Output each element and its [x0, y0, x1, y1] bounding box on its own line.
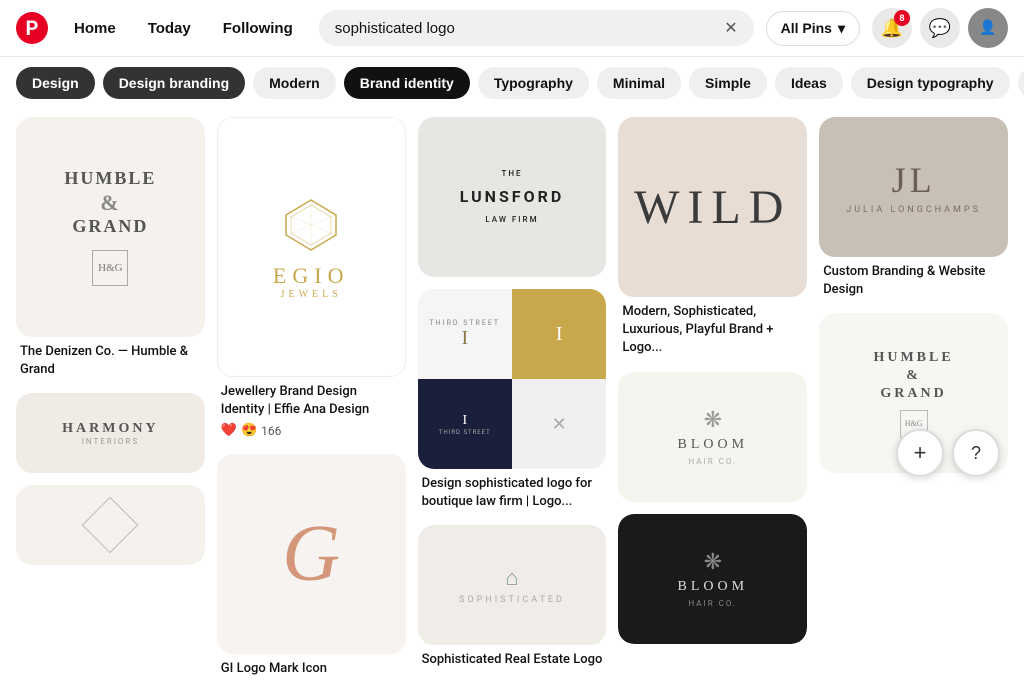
pin-image-julia: JL JULIA LONGCHAMPS	[819, 117, 1008, 257]
pin-caption-wild: Modern, Sophisticated, Luxurious, Playfu…	[618, 297, 807, 360]
chip-inspiration[interactable]: Inspiration	[1018, 67, 1024, 99]
pin-image-egio: EGIO JEWELS	[217, 117, 406, 377]
help-fab-button[interactable]: ?	[952, 429, 1000, 477]
pins-grid: HUMBLE&GRAND H&G The Denizen Co. — Humbl…	[0, 109, 1024, 689]
logo-letter: P	[26, 16, 39, 40]
all-pins-button[interactable]: All Pins ▾	[766, 11, 860, 46]
search-input[interactable]	[335, 20, 716, 37]
pin-caption-egio: Jewellery Brand Design Identity | Effie …	[217, 377, 406, 421]
chat-icon: 💬	[929, 18, 951, 39]
nav-following[interactable]: Following	[209, 12, 307, 45]
pin-image-law-firm: THE LUNSFORD LAW FIRM	[418, 117, 607, 277]
avatar[interactable]: 👤	[968, 8, 1008, 48]
pin-image-boutique-law: THIRD STREET I I I THIRD STREET ✕	[418, 289, 607, 469]
chip-design-branding[interactable]: Design branding	[103, 67, 245, 99]
pin-julia[interactable]: JL JULIA LONGCHAMPS Custom Branding & We…	[819, 117, 1008, 301]
pin-image-harmony: HARMONY INTERIORS	[16, 393, 205, 473]
search-bar: ✕	[319, 10, 754, 46]
header: P Home Today Following ✕ All Pins ▾ 🔔 8 …	[0, 0, 1024, 57]
plus-icon: +	[914, 440, 927, 466]
chat-button[interactable]: 💬	[920, 8, 960, 48]
pin-image-bloom-dark: ❋ BLOOM HAIR CO.	[618, 514, 807, 644]
pin-caption-gi: GI Logo Mark Icon	[217, 654, 406, 680]
pin-sub-egio: ❤️ 😍 166	[217, 421, 406, 442]
pin-bloom-light[interactable]: ❋ BLOOM HAIR CO.	[618, 372, 807, 502]
pin-wild[interactable]: WILD Modern, Sophisticated, Luxurious, P…	[618, 117, 807, 360]
pin-caption-sophisticated-re: Sophisticated Real Estate Logo	[418, 645, 607, 671]
chip-ideas[interactable]: Ideas	[775, 67, 843, 99]
pin-caption-julia: Custom Branding & Website Design	[819, 257, 1008, 301]
filter-bar: Design Design branding Modern Brand iden…	[0, 57, 1024, 109]
pin-caption: The Denizen Co. — Humble & Grand	[16, 337, 205, 381]
pin-image-wild: WILD	[618, 117, 807, 297]
question-icon: ?	[971, 443, 981, 464]
all-pins-label: All Pins	[781, 20, 832, 36]
nav-home[interactable]: Home	[60, 12, 130, 45]
chip-design-typography[interactable]: Design typography	[851, 67, 1010, 99]
pin-image-diamond	[16, 485, 205, 565]
pin-bloom-dark[interactable]: ❋ BLOOM HAIR CO.	[618, 514, 807, 644]
notification-button[interactable]: 🔔 8	[872, 8, 912, 48]
search-clear-button[interactable]: ✕	[724, 18, 737, 38]
pin-boutique-law[interactable]: THIRD STREET I I I THIRD STREET ✕ Design…	[418, 289, 607, 513]
pin-humble-grand-1[interactable]: HUMBLE&GRAND H&G The Denizen Co. — Humbl…	[16, 117, 205, 381]
pin-caption-boutique: Design sophisticated logo for boutique l…	[418, 469, 607, 513]
pin-harmony[interactable]: HARMONY INTERIORS	[16, 393, 205, 473]
chip-design[interactable]: Design	[16, 67, 95, 99]
egio-gem-svg	[281, 195, 341, 255]
pin-image-humble-grand: HUMBLE&GRAND H&G	[16, 117, 205, 337]
pin-image-gi: G	[217, 454, 406, 654]
nav-today[interactable]: Today	[134, 12, 205, 45]
pin-diamond[interactable]	[16, 485, 205, 565]
pin-image-bloom-light: ❋ BLOOM HAIR CO.	[618, 372, 807, 502]
chip-modern[interactable]: Modern	[253, 67, 336, 99]
pin-egio[interactable]: EGIO JEWELS Jewellery Brand Design Ident…	[217, 117, 406, 442]
chip-simple[interactable]: Simple	[689, 67, 767, 99]
notification-badge: 8	[894, 10, 910, 26]
chip-typography[interactable]: Typography	[478, 67, 589, 99]
header-icons: 🔔 8 💬 👤	[872, 8, 1008, 48]
pinterest-logo[interactable]: P	[16, 12, 48, 44]
pin-gi-logo[interactable]: G GI Logo Mark Icon	[217, 454, 406, 680]
chip-brand-identity[interactable]: Brand identity	[344, 67, 470, 99]
chevron-down-icon: ▾	[838, 20, 845, 37]
pin-sophisticated-re[interactable]: ⌂ SOPHISTICATED Sophisticated Real Estat…	[418, 525, 607, 671]
pin-image-sophisticated-re: ⌂ SOPHISTICATED	[418, 525, 607, 645]
plus-fab-button[interactable]: +	[896, 429, 944, 477]
pin-law-firm[interactable]: THE LUNSFORD LAW FIRM	[418, 117, 607, 277]
nav-links: Home Today Following	[60, 12, 307, 45]
chip-minimal[interactable]: Minimal	[597, 67, 681, 99]
